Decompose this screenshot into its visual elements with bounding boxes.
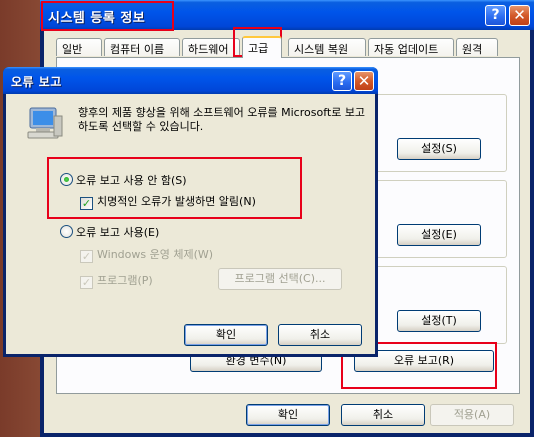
close-button[interactable]: ✕ <box>509 5 530 26</box>
checkbox-indicator[interactable]: ✓ <box>80 197 93 210</box>
tab-automatic-updates[interactable]: 자동 업데이트 <box>368 38 454 56</box>
tab-remote[interactable]: 원격 <box>456 38 498 56</box>
performance-settings-button[interactable]: 설정(S) <box>397 138 481 160</box>
close-icon: ✕ <box>357 72 371 90</box>
startup-settings-button[interactable]: 설정(T) <box>397 310 481 332</box>
tab-system-restore[interactable]: 시스템 복원 <box>288 38 366 56</box>
check-notify-critical[interactable]: ✓ 치명적인 오류가 발생하면 알림(N) <box>80 193 256 210</box>
system-properties-title: 시스템 등록 정보 <box>48 11 146 26</box>
close-icon: ✕ <box>513 6 526 24</box>
dialog-close-button[interactable]: ✕ <box>354 71 374 91</box>
dialog-message: 향후의 제품 향상을 위해 소프트웨어 오류를 Microsoft로 보고하도록… <box>78 106 366 133</box>
help-icon: ? <box>337 73 347 89</box>
radio-enable-reporting[interactable]: 오류 보고 사용(E) <box>60 224 159 240</box>
cancel-button[interactable]: 취소 <box>341 404 425 426</box>
choose-programs-button[interactable]: 프로그램 선택(C)... <box>218 268 342 290</box>
ok-button[interactable]: 확인 <box>246 404 330 426</box>
check-programs[interactable]: ✓ 프로그램(P) <box>80 272 153 289</box>
tab-general[interactable]: 일반 <box>56 38 102 56</box>
dialog-ok-button[interactable]: 확인 <box>184 324 268 346</box>
help-icon: ? <box>491 7 500 23</box>
apply-button[interactable]: 적용(A) <box>430 404 514 426</box>
tab-advanced[interactable]: 고급 <box>242 36 282 58</box>
radio-indicator[interactable] <box>60 225 73 238</box>
help-button[interactable]: ? <box>485 5 506 26</box>
error-reporting-client: 향후의 제품 향상을 위해 소프트웨어 오류를 Microsoft로 보고하도록… <box>6 94 375 354</box>
check-windows-os[interactable]: ✓ Windows 운영 체제(W) <box>80 246 213 263</box>
tab-hardware[interactable]: 하드웨어 <box>182 38 240 56</box>
checkbox-indicator[interactable]: ✓ <box>80 250 93 263</box>
tab-computer-name[interactable]: 컴퓨터 이름 <box>104 38 180 56</box>
dialog-help-button[interactable]: ? <box>332 71 352 91</box>
system-properties-titlebar[interactable]: 시스템 등록 정보 ? ✕ <box>40 0 534 30</box>
dialog-cancel-button[interactable]: 취소 <box>278 324 362 346</box>
profile-settings-button[interactable]: 설정(E) <box>397 224 481 246</box>
error-reporting-titlebar[interactable]: 오류 보고 ? ✕ <box>3 67 378 94</box>
error-reporting-dialog: 오류 보고 ? ✕ 향후의 제품 향상을 위해 소프트웨어 오류를 Micros… <box>3 67 378 357</box>
radio-disable-reporting[interactable]: 오류 보고 사용 안 함(S) <box>60 172 187 188</box>
radio-indicator[interactable] <box>60 173 73 186</box>
checkbox-indicator[interactable]: ✓ <box>80 276 93 289</box>
error-reporting-title: 오류 보고 <box>11 75 62 89</box>
computer-icon <box>27 107 63 139</box>
